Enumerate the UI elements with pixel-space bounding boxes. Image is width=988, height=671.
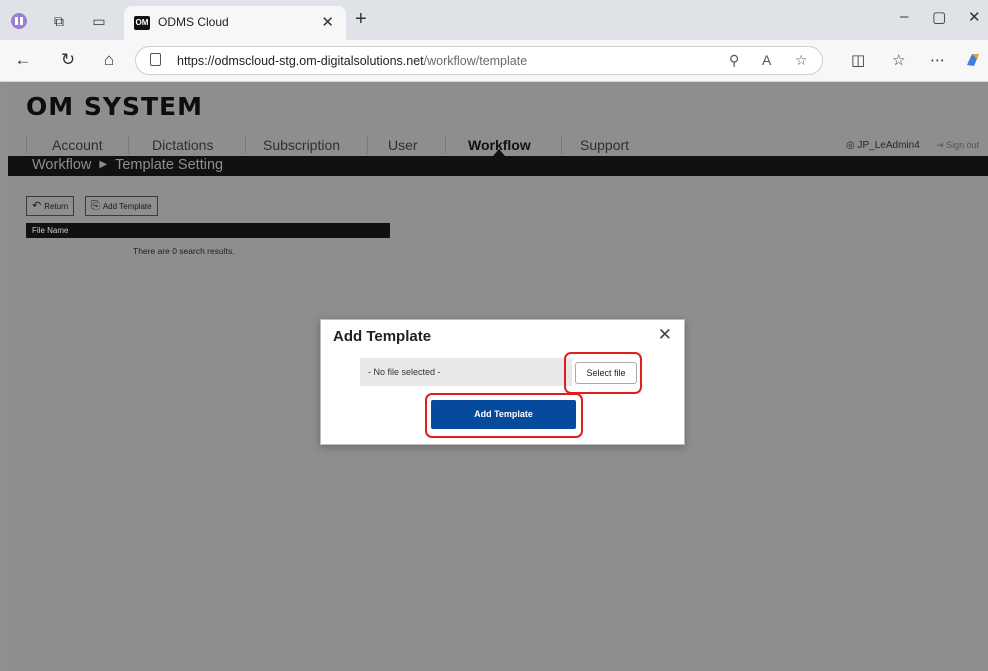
nav-divider	[128, 136, 129, 154]
add-file-icon: ⎘	[91, 200, 100, 212]
breadcrumb-current: Template Setting	[115, 157, 224, 173]
read-aloud-icon[interactable]: A	[762, 52, 771, 68]
nav-account[interactable]: Account	[52, 137, 103, 153]
return-label: Return	[44, 202, 69, 211]
lock-icon	[150, 53, 161, 66]
nav-support[interactable]: Support	[580, 137, 629, 153]
workspaces-icon[interactable]: ⧉	[50, 12, 68, 30]
sign-out-link[interactable]: ⇥ Sign out	[936, 140, 979, 151]
dialog-close-icon[interactable]: ✕	[658, 325, 672, 345]
breadcrumb-arrow-icon: ▶	[99, 159, 108, 170]
nav-divider	[367, 136, 368, 154]
url-field[interactable]: https://odmscloud-stg.om-digitalsolution…	[135, 46, 823, 75]
zoom-icon[interactable]: ⚲	[729, 52, 739, 69]
nav-subscription[interactable]: Subscription	[263, 137, 340, 153]
nav-divider	[445, 136, 446, 154]
browser-tab[interactable]: OM ODMS Cloud ✕	[124, 6, 346, 40]
url-text: https://odmscloud-stg.om-digitalsolution…	[177, 54, 528, 68]
tab-close-icon[interactable]: ✕	[321, 13, 334, 31]
profile-icon[interactable]	[10, 12, 28, 30]
return-button[interactable]: ↶ Return	[26, 196, 75, 216]
nav-dictations[interactable]: Dictations	[152, 137, 213, 153]
site-logo[interactable]: OM SYSTEM	[26, 92, 203, 121]
active-nav-caret	[493, 149, 505, 156]
split-screen-icon[interactable]: ◫	[851, 51, 865, 69]
user-name: JP_LeAdmin4	[857, 140, 920, 151]
tab-favicon-icon: OM	[134, 16, 150, 30]
breadcrumb-root[interactable]: Workflow	[32, 157, 91, 173]
refresh-icon[interactable]: ↻	[57, 50, 79, 70]
sign-out-icon: ⇥	[936, 140, 944, 150]
address-bar-row: ← ↻ ⌂ https://odmscloud-stg.om-digitalso…	[0, 40, 988, 82]
select-file-highlight	[564, 352, 642, 394]
main-nav: Account Dictations Subscription User Wor…	[8, 134, 988, 156]
add-template-toolbar-label: Add Template	[102, 202, 152, 211]
tab-title: ODMS Cloud	[158, 15, 229, 29]
dialog-title: Add Template	[333, 328, 432, 345]
favorites-icon[interactable]: ☆	[892, 51, 905, 69]
return-icon: ↶	[32, 200, 42, 212]
nav-divider	[245, 136, 246, 154]
user-icon: ◎	[846, 140, 855, 151]
selected-file-display: - No file selected -	[360, 358, 572, 386]
add-template-toolbar-button[interactable]: ⎘ Add Template	[85, 196, 158, 216]
user-account[interactable]: ◎ JP_LeAdmin4	[846, 140, 920, 151]
tab-actions-icon[interactable]: ▭	[90, 12, 108, 30]
add-template-highlight	[425, 393, 583, 438]
empty-results-message: There are 0 search results.	[133, 246, 235, 256]
copilot-icon[interactable]	[964, 51, 982, 73]
back-icon[interactable]: ←	[12, 50, 34, 70]
minimize-icon[interactable]: –	[900, 8, 908, 25]
maximize-icon[interactable]: ▢	[932, 8, 946, 26]
breadcrumb-bar: Workflow ▶ Template Setting	[8, 156, 988, 176]
home-icon[interactable]: ⌂	[98, 50, 120, 70]
nav-user[interactable]: User	[388, 137, 418, 153]
table-header-file-name: File Name	[26, 223, 390, 238]
more-options-icon[interactable]: ⋯	[930, 51, 945, 69]
browser-tab-strip: ⧉ ▭ OM ODMS Cloud ✕ + – ▢ ✕	[0, 0, 988, 40]
window-close-icon[interactable]: ✕	[968, 8, 981, 26]
new-tab-icon[interactable]: +	[355, 8, 367, 31]
sign-out-label: Sign out	[946, 140, 980, 150]
favorite-star-icon[interactable]: ☆	[795, 52, 808, 69]
nav-divider	[561, 136, 562, 154]
breadcrumb: Workflow ▶ Template Setting	[32, 157, 223, 173]
nav-divider	[26, 136, 27, 154]
